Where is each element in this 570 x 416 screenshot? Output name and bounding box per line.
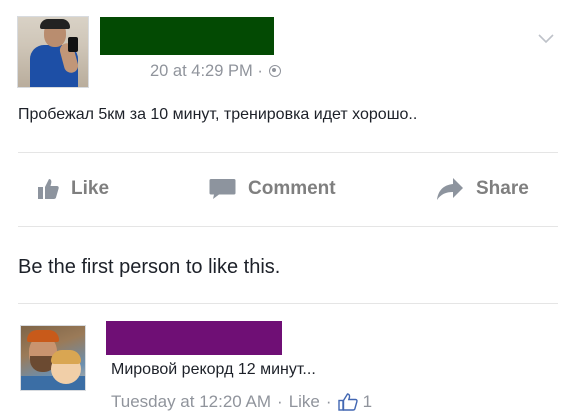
like-button[interactable]: Like <box>37 174 109 204</box>
comment-like-link[interactable]: Like <box>289 392 320 412</box>
globe-icon[interactable] <box>269 65 282 77</box>
author-name-redacted[interactable] <box>100 17 274 55</box>
comment-label: Comment <box>248 178 336 199</box>
facebook-post: 20 at 4:29 PM · Пробежал 5км за 10 минут… <box>0 0 570 416</box>
likes-prompt: Be the first person to like this. <box>18 256 281 278</box>
comment-time[interactable]: Tuesday at 12:20 AM <box>111 392 271 412</box>
speech-bubble-icon <box>209 179 236 199</box>
comment-separator: · <box>277 392 283 411</box>
post-text: Пробежал 5км за 10 минут, тренировка иде… <box>18 106 418 123</box>
share-label: Share <box>476 178 529 199</box>
divider <box>18 303 558 304</box>
comment-button[interactable]: Comment <box>209 174 336 204</box>
thumbs-up-outline-icon <box>337 393 358 411</box>
divider <box>18 152 558 153</box>
commenter-name-redacted[interactable] <box>106 321 282 355</box>
like-label: Like <box>71 178 110 199</box>
comment-text: Мировой рекорд 12 минут... <box>111 361 316 378</box>
author-avatar[interactable] <box>17 16 89 88</box>
share-button[interactable]: Share <box>436 174 529 204</box>
meta-separator: · <box>257 62 263 80</box>
comment-separator: · <box>325 392 332 411</box>
chevron-down-icon[interactable] <box>538 30 554 46</box>
commenter-avatar[interactable] <box>20 325 86 391</box>
divider <box>18 226 558 227</box>
thumbs-up-icon <box>38 179 59 199</box>
share-arrow-icon <box>437 178 463 200</box>
comment-like-count[interactable]: 1 <box>363 392 372 412</box>
post-meta: 20 at 4:29 PM · <box>150 62 282 81</box>
comment-meta: Tuesday at 12:20 AM · Like · 1 <box>111 392 372 412</box>
post-timestamp[interactable]: 20 at 4:29 PM <box>150 62 253 80</box>
